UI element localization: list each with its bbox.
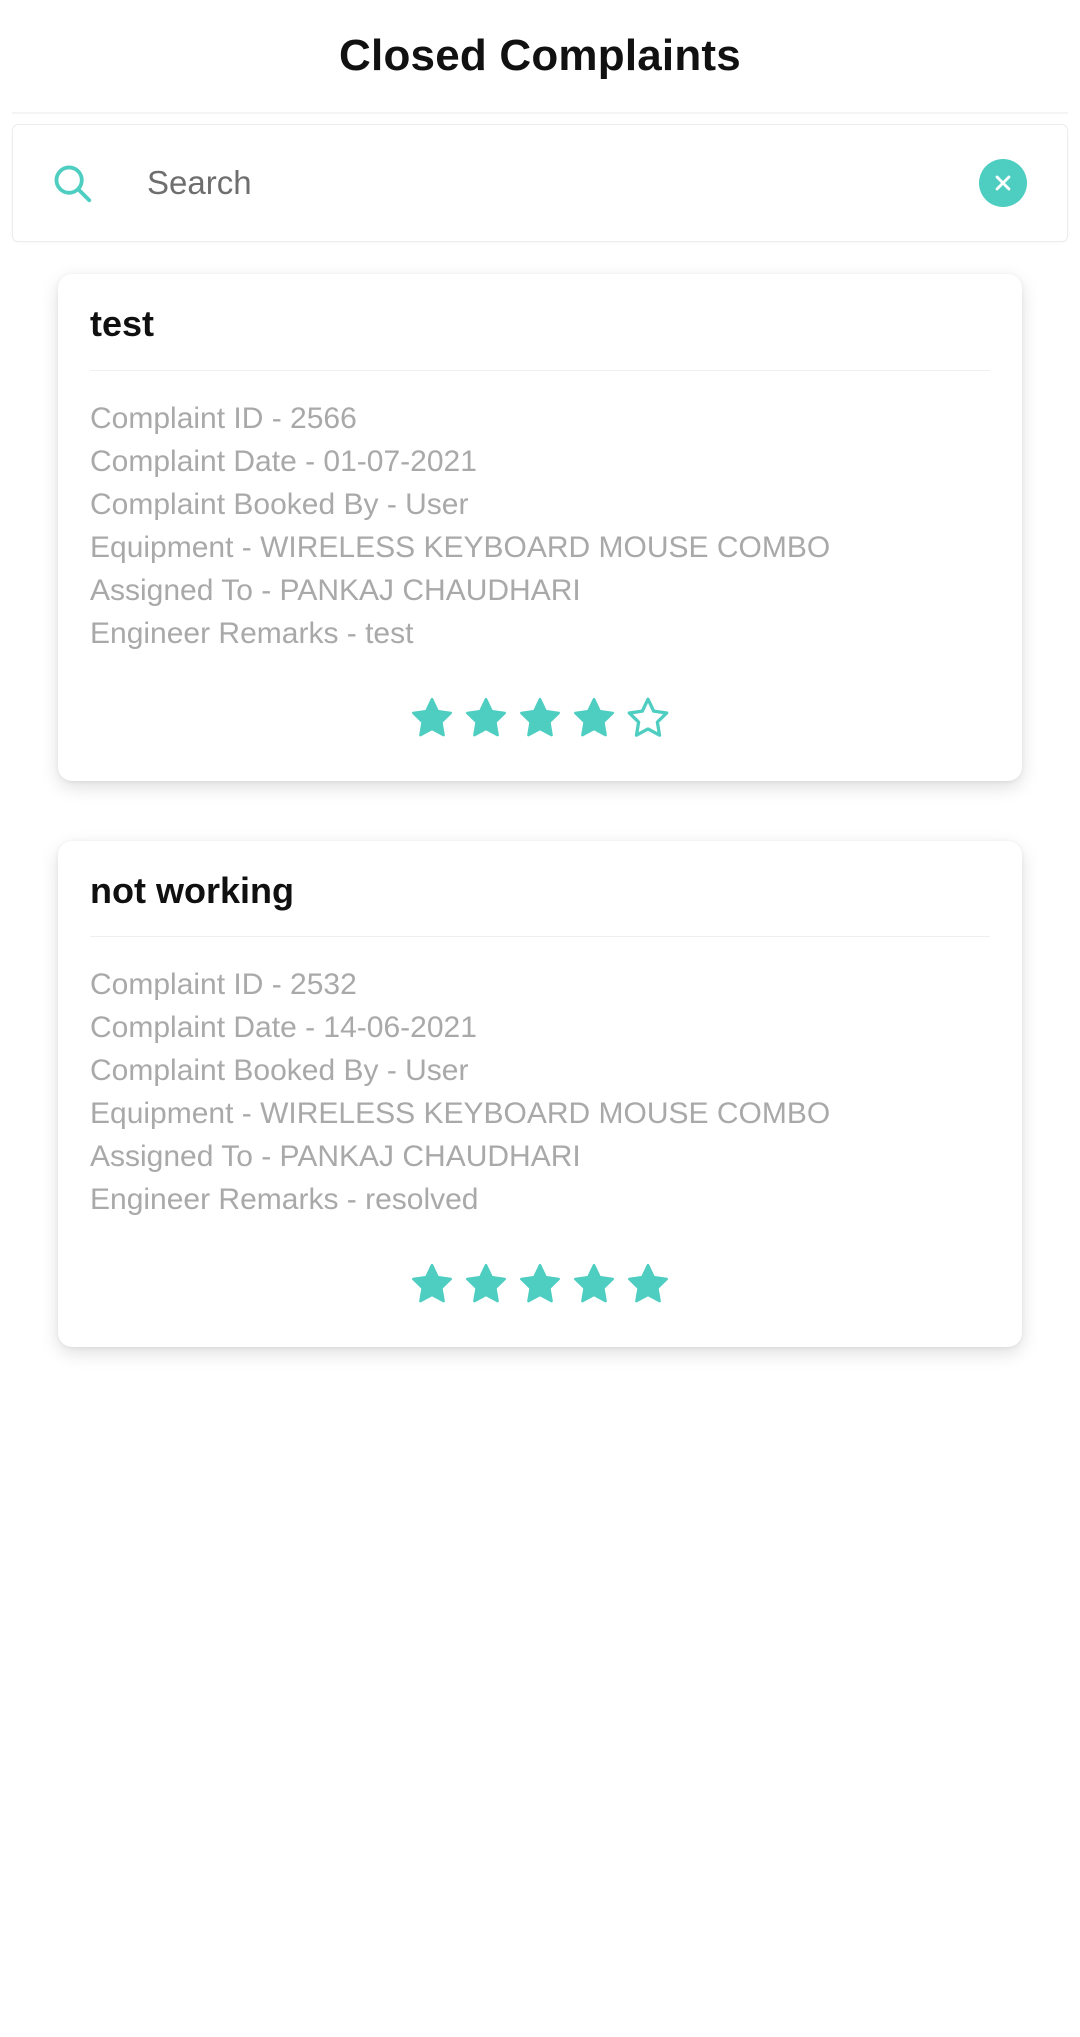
complaint-date: Complaint Date - 01-07-2021 bbox=[90, 444, 477, 478]
complaint-title: not working bbox=[90, 869, 294, 911]
engineer-remarks: Engineer Remarks - test bbox=[90, 616, 414, 650]
complaint-booked-by: Complaint Booked By - User bbox=[90, 1054, 469, 1088]
complaint-card[interactable]: test Complaint ID - 2566 Complaint Date - … bbox=[58, 274, 1022, 781]
rating-stars[interactable] bbox=[90, 1261, 990, 1305]
complaint-title: test bbox=[90, 303, 155, 344]
complaint-equipment: Equipment - WIRELESS KEYBOARD MOUSE COMB… bbox=[90, 530, 831, 564]
complaint-details: Complaint ID - 2532 Complaint Date - 14-0… bbox=[58, 937, 1022, 1305]
rating-star-filled[interactable] bbox=[464, 1261, 508, 1305]
complaint-date: Complaint Date - 14-06-2021 bbox=[90, 1011, 477, 1045]
rating-star-filled[interactable] bbox=[626, 1261, 670, 1305]
complaint-details: Complaint ID - 2566 Complaint Date - 01-0… bbox=[58, 371, 1022, 739]
search-input[interactable] bbox=[147, 125, 979, 241]
rating-star-filled[interactable] bbox=[572, 695, 616, 739]
complaint-card[interactable]: not working Complaint ID - 2532 Complaint … bbox=[58, 840, 1022, 1348]
rating-star-filled[interactable] bbox=[518, 1261, 562, 1305]
app-screen: Closed Complaints testCompl bbox=[0, 0, 1080, 2037]
rating-star-empty[interactable] bbox=[626, 695, 670, 739]
search-bar[interactable] bbox=[12, 124, 1068, 242]
complaint-booked-by: Complaint Booked By - User bbox=[90, 487, 469, 521]
complaint-list: test Complaint ID - 2566 Complaint Date - … bbox=[0, 242, 1080, 1348]
complaint-equipment: Equipment - WIRELESS KEYBOARD MOUSE COMB… bbox=[90, 1097, 831, 1131]
complaint-assigned-to: Assigned To - PANKAJ CHAUDHARI bbox=[90, 1140, 581, 1174]
search-icon bbox=[49, 160, 95, 206]
rating-star-filled[interactable] bbox=[518, 695, 562, 739]
complaint-assigned-to: Assigned To - PANKAJ CHAUDHARI bbox=[90, 573, 581, 607]
rating-star-filled[interactable] bbox=[464, 695, 508, 739]
page-title: Closed Complaints bbox=[339, 31, 741, 80]
complaint-id: Complaint ID - 2532 bbox=[90, 968, 357, 1002]
close-icon bbox=[990, 170, 1016, 196]
app-header: Closed Complaints bbox=[0, 0, 1080, 112]
clear-search-button[interactable] bbox=[979, 159, 1027, 207]
engineer-remarks: Engineer Remarks - resolved bbox=[90, 1183, 479, 1217]
rating-stars[interactable] bbox=[90, 695, 990, 739]
search-section bbox=[0, 114, 1080, 242]
rating-star-filled[interactable] bbox=[410, 695, 454, 739]
rating-star-filled[interactable] bbox=[410, 1261, 454, 1305]
complaint-id: Complaint ID - 2566 bbox=[90, 401, 357, 435]
rating-star-filled[interactable] bbox=[572, 1261, 616, 1305]
